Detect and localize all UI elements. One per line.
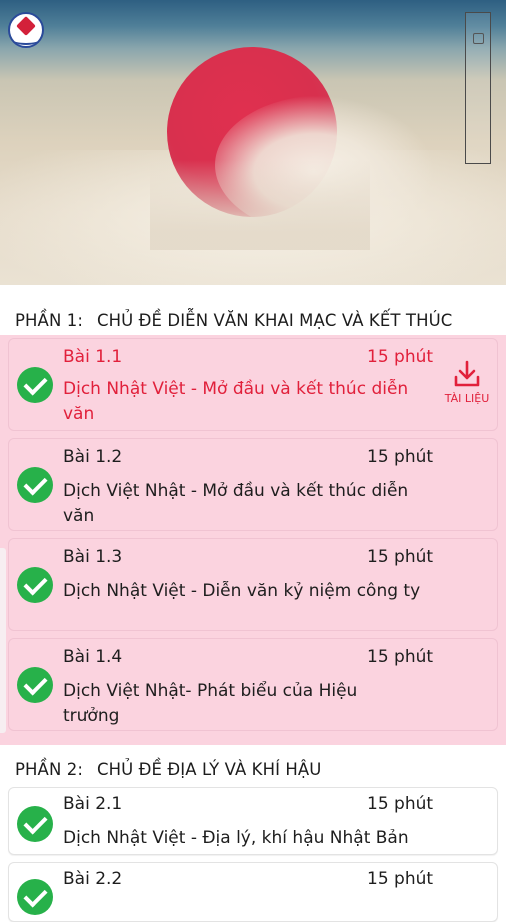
download-icon	[454, 360, 480, 387]
banner-fade	[150, 160, 370, 250]
section-2-part-label: PHẦN 2:	[15, 760, 83, 779]
lesson-code: Bài 1.4	[63, 647, 123, 667]
lesson-duration: 15 phút	[367, 794, 434, 814]
scroll-edge	[0, 548, 6, 733]
lesson-duration: 15 phút	[367, 547, 434, 567]
lesson-code: Bài 1.1	[63, 347, 123, 367]
section-2-title: CHỦ ĐỀ ĐỊA LÝ VÀ KHÍ HẬU	[97, 760, 322, 779]
lesson-title: Dịch Việt Nhật- Phát biểu của Hiệu trưởn…	[63, 681, 358, 726]
section-1-part-label: PHẦN 1:	[15, 311, 83, 330]
lesson-card-1-4[interactable]: Bài 1.4 15 phút Dịch Việt Nhật- Phát biể…	[8, 638, 498, 731]
lesson-code: Bài 2.1	[63, 794, 123, 814]
lesson-title: Dịch Nhật Việt - Địa lý, khí hậu Nhật Bả…	[63, 828, 409, 848]
section-2-header: PHẦN 2: CHỦ ĐỀ ĐỊA LÝ VÀ KHÍ HẬU	[15, 760, 322, 779]
check-circle-icon	[17, 667, 53, 703]
check-circle-icon	[17, 467, 53, 503]
header-banner	[0, 0, 506, 285]
lesson-duration: 15 phút	[367, 647, 434, 667]
lesson-title: Dịch Việt Nhật - Mở đầu và kết thúc diễn…	[63, 481, 409, 526]
lesson-card-1-2[interactable]: Bài 1.2 15 phút Dịch Việt Nhật - Mở đầu …	[8, 438, 498, 531]
lesson-duration: 15 phút	[367, 447, 434, 467]
check-circle-icon	[17, 367, 53, 403]
section-1-header: PHẦN 1: CHỦ ĐỀ DIỄN VĂN KHAI MẠC VÀ KẾT T…	[15, 311, 452, 330]
publisher-logo-icon	[8, 12, 44, 48]
lesson-code: Bài 2.2	[63, 869, 123, 889]
lesson-card-2-2[interactable]: Bài 2.2 15 phút	[8, 862, 498, 922]
lesson-card-1-3[interactable]: Bài 1.3 15 phút Dịch Nhật Việt - Diễn vă…	[8, 538, 498, 631]
lesson-title: Dịch Nhật Việt - Diễn văn kỷ niệm công t…	[63, 581, 421, 601]
section-1-title: CHỦ ĐỀ DIỄN VĂN KHAI MẠC VÀ KẾT THÚC	[97, 311, 453, 330]
check-circle-icon	[17, 879, 53, 915]
download-document-button[interactable]: TÀI LIỆU	[437, 359, 497, 415]
vertical-label-icon	[465, 12, 491, 164]
lesson-code: Bài 1.3	[63, 547, 123, 567]
lesson-duration: 15 phút	[367, 347, 434, 367]
lesson-duration: 15 phút	[367, 869, 434, 889]
download-label: TÀI LIỆU	[444, 392, 490, 405]
lesson-code: Bài 1.2	[63, 447, 123, 467]
check-circle-icon	[17, 806, 53, 842]
check-circle-icon	[17, 567, 53, 603]
lesson-title: Dịch Nhật Việt - Mở đầu và kết thúc diễn…	[63, 379, 409, 424]
lesson-card-1-1[interactable]: Bài 1.1 15 phút Dịch Nhật Việt - Mở đầu …	[8, 338, 498, 431]
lesson-card-2-1[interactable]: Bài 2.1 15 phút Dịch Nhật Việt - Địa lý,…	[8, 787, 498, 855]
